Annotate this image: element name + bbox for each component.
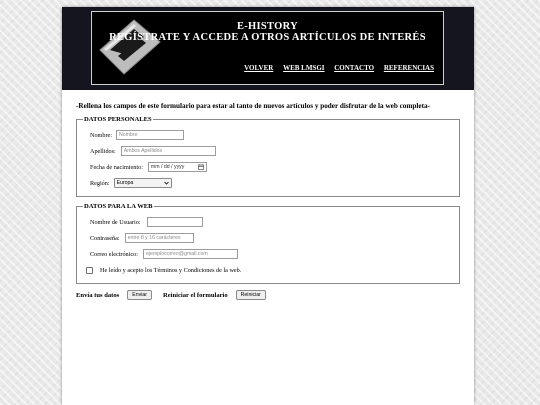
usuario-row: Nombre de Usuario: [85, 214, 451, 230]
nombre-row: Nombre: [85, 127, 451, 143]
main-nav: VOLVER WEB LMSGI CONTACTO REFERENCIAS [236, 64, 434, 72]
nombre-input[interactable] [116, 130, 184, 140]
apellidos-input[interactable] [120, 146, 216, 156]
usuario-label: Nombre de Usuario: [90, 218, 141, 226]
web-data-legend: DATOS PARA LA WEB [84, 203, 153, 210]
nav-referencias-link[interactable]: REFERENCIAS [384, 64, 434, 72]
usuario-input[interactable] [146, 217, 203, 227]
reset-button[interactable]: Reiniciar [235, 290, 266, 300]
web-data-fieldset: DATOS PARA LA WEB Nombre de Usuario: Con… [76, 203, 460, 284]
email-label: Correo electrónico: [90, 250, 138, 258]
terms-checkbox[interactable] [86, 266, 93, 274]
nav-contacto-link[interactable]: CONTACTO [334, 64, 374, 72]
page-container: E-HISTORY REGÍSTRATE Y ACCEDE A OTROS AR… [62, 7, 474, 405]
terms-label: He leído y acepto los Términos y Condici… [100, 266, 242, 274]
email-input[interactable] [142, 249, 238, 259]
email-row: Correo electrónico: [85, 246, 451, 262]
nombre-label: Nombre: [90, 131, 112, 139]
site-subtitle: REGÍSTRATE Y ACCEDE A OTROS ARTÍCULOS DE… [109, 32, 426, 43]
chevron-down-icon [163, 181, 169, 185]
nav-volver-link[interactable]: VOLVER [244, 64, 273, 72]
password-label: Contraseña: [90, 234, 120, 242]
site-title: E-HISTORY [236, 21, 299, 32]
password-row: Contraseña: [85, 230, 451, 246]
send-label: Envía tus datos [76, 291, 120, 299]
region-select[interactable]: Europa [113, 178, 172, 188]
region-selected-value: Europa [116, 180, 134, 186]
apellidos-row: Apellidos: [85, 143, 451, 159]
calendar-icon[interactable] [198, 164, 204, 170]
fecha-row: Fecha de nacimiento: mm / dd / yyyy [85, 159, 451, 175]
apellidos-label: Apellidos: [90, 147, 116, 155]
reset-label: Reiniciar el formulario [162, 291, 228, 299]
form-actions: Envía tus datos Enviar Reiniciar el form… [76, 290, 460, 300]
personal-data-fieldset: DATOS PERSONALES Nombre: Apellidos: Fech… [76, 116, 460, 197]
header-banner: E-HISTORY REGÍSTRATE Y ACCEDE A OTROS AR… [62, 7, 474, 90]
main-content: -Rellena los campos de este formulario p… [76, 101, 460, 300]
header-box: E-HISTORY REGÍSTRATE Y ACCEDE A OTROS AR… [91, 11, 444, 85]
nav-web-lmsgi-link[interactable]: WEB LMSGI [283, 64, 324, 72]
terms-row: He leído y acepto los Términos y Condici… [85, 262, 451, 278]
region-row: Región: Europa [85, 175, 451, 191]
fecha-label: Fecha de nacimiento: [90, 163, 143, 171]
password-input[interactable] [124, 233, 194, 243]
region-label: Región: [90, 179, 110, 187]
personal-data-legend: DATOS PERSONALES [84, 116, 152, 123]
fecha-placeholder: mm / dd / yyyy [150, 164, 185, 170]
intro-text: -Rellena los campos de este formulario p… [76, 102, 430, 110]
send-button[interactable]: Enviar [127, 290, 152, 300]
fecha-input[interactable]: mm / dd / yyyy [147, 162, 207, 172]
